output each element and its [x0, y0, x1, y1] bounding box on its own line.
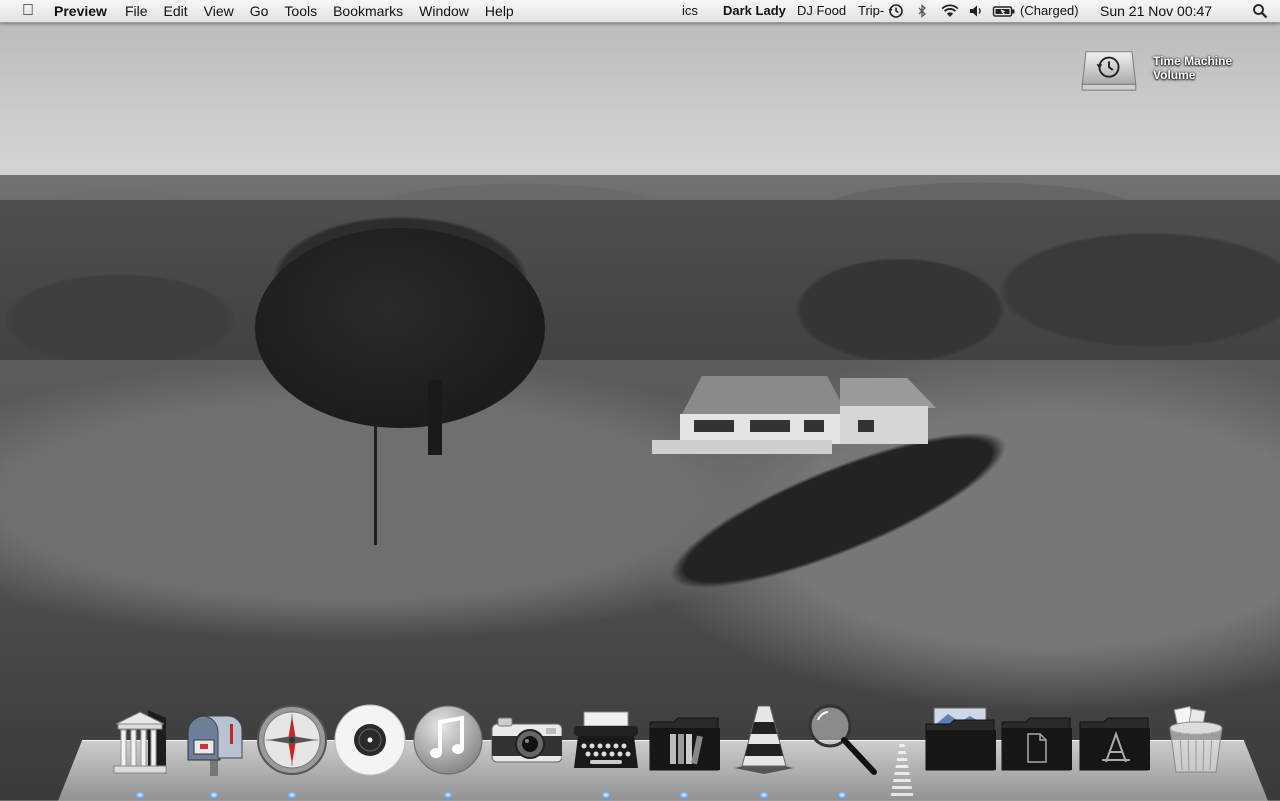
books-folder-icon: [649, 717, 720, 771]
dock-running-indicator: [602, 792, 610, 798]
vinyl-record-icon: [334, 704, 406, 776]
battery-status[interactable]: (Charged): [1020, 0, 1079, 22]
camera-icon: [491, 717, 562, 763]
dock-typewriter[interactable]: [570, 702, 642, 778]
now-playing-track[interactable]: DJ Food: [797, 0, 846, 22]
applications-folder-icon: [1079, 717, 1150, 771]
menu-list: Preview File Edit View Go Tools Bookmark…: [54, 0, 522, 22]
pictures-folder-icon: [925, 707, 996, 771]
dock-pictures-folder[interactable]: [924, 702, 996, 778]
spotlight-icon[interactable]: [1252, 3, 1268, 19]
dock-mail[interactable]: [178, 702, 250, 778]
battery-icon[interactable]: [992, 3, 1016, 19]
menu-bookmarks[interactable]: Bookmarks: [325, 0, 411, 22]
dock-running-indicator: [136, 792, 144, 798]
safari-compass-icon: [257, 705, 327, 775]
dock-safari[interactable]: [256, 702, 328, 778]
now-playing-fragment[interactable]: ics: [682, 0, 698, 22]
wallpaper-house: [652, 376, 936, 456]
dock-trash[interactable]: [1160, 702, 1232, 778]
menu-app-name[interactable]: Preview: [54, 0, 117, 22]
desktop-icon-label: Time Machine Volume: [1153, 54, 1233, 82]
volume-icon[interactable]: [968, 3, 984, 19]
time-machine-icon[interactable]: [888, 3, 904, 19]
dock-running-indicator: [838, 792, 846, 798]
mail-mailbox-icon: [187, 715, 243, 776]
menu-window[interactable]: Window: [411, 0, 477, 22]
dock-running-indicator: [680, 792, 688, 798]
dock-vlc[interactable]: [728, 702, 800, 778]
bluetooth-icon[interactable]: [914, 3, 930, 19]
dock-itunes[interactable]: [412, 702, 484, 778]
dock-running-indicator: [210, 792, 218, 798]
wallpaper-tree-trunk: [428, 380, 442, 455]
dock-running-indicator: [288, 792, 296, 798]
apple-icon[interactable]: : [19, 2, 37, 20]
vlc-cone-icon: [734, 705, 794, 774]
dock-documents-folder[interactable]: [1000, 702, 1072, 778]
dock-vinyl[interactable]: [334, 702, 406, 778]
wifi-icon[interactable]: [940, 3, 960, 19]
typewriter-icon: [574, 711, 638, 768]
dock-camera[interactable]: [490, 702, 562, 778]
menu-clock[interactable]: Sun 21 Nov 00:47: [1100, 0, 1212, 22]
now-playing-artist[interactable]: Dark Lady: [723, 0, 786, 22]
dock-running-indicator: [760, 792, 768, 798]
desktop-wallpaper: [0, 0, 1280, 800]
menu-tools[interactable]: Tools: [276, 0, 325, 22]
wallpaper-tree: [255, 228, 545, 428]
wallpaper-pole: [374, 405, 377, 545]
documents-folder-icon: [1001, 717, 1072, 771]
menu-file[interactable]: File: [117, 0, 156, 22]
itunes-music-icon: [413, 705, 483, 775]
dock-books-folder[interactable]: [648, 702, 720, 778]
menu-bar:  Preview File Edit View Go Tools Bookma…: [0, 0, 1280, 23]
library-app-icon: [113, 710, 167, 774]
dock-preview[interactable]: [806, 702, 878, 778]
status-area: ics Dark Lady DJ Food Trip- (Charged) Su…: [660, 0, 1280, 22]
time-machine-drive-icon: [1081, 51, 1137, 91]
menu-go[interactable]: Go: [242, 0, 277, 22]
dock-running-indicator: [444, 792, 452, 798]
dock-library-app[interactable]: [104, 702, 176, 778]
now-playing-album[interactable]: Trip-: [858, 0, 884, 22]
dock-applications-folder[interactable]: [1078, 702, 1150, 778]
menu-help[interactable]: Help: [477, 0, 522, 22]
magnifier-preview-icon: [808, 704, 877, 775]
trash-icon: [1169, 705, 1223, 773]
menu-view[interactable]: View: [196, 0, 242, 22]
desktop-icon-time-machine[interactable]: Time Machine Volume: [1080, 48, 1250, 98]
menu-edit[interactable]: Edit: [156, 0, 196, 22]
